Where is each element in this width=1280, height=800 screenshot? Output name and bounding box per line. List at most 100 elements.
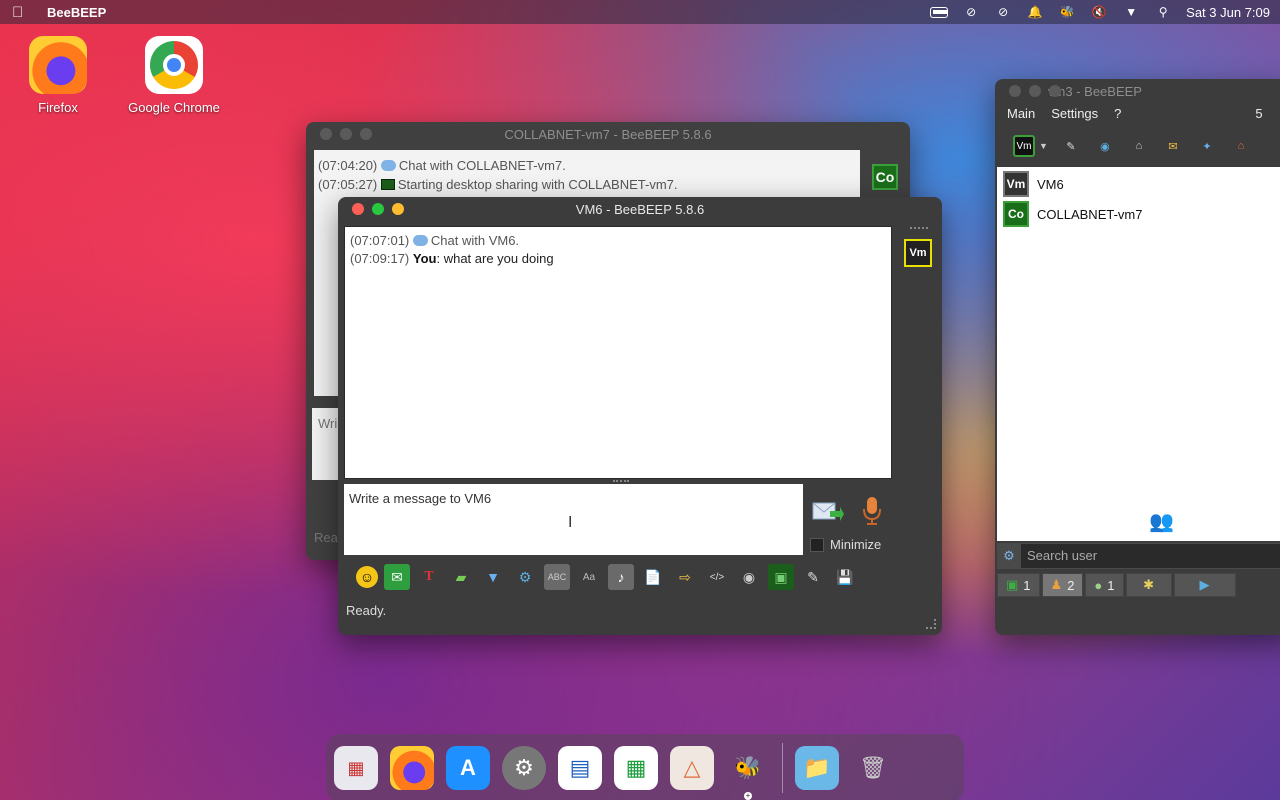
share-desktop-icon[interactable]: ▣ <box>768 564 794 590</box>
profile-icon[interactable]: Vm <box>1013 135 1035 157</box>
message-text: : what are you doing <box>436 251 554 266</box>
gear-icon[interactable]: ⚙ <box>997 548 1021 564</box>
search-input[interactable]: Search user <box>1021 544 1280 568</box>
battery-icon[interactable] <box>930 5 949 19</box>
close-button[interactable] <box>320 128 332 140</box>
text-cursor-icon: I <box>568 514 573 531</box>
app-store-icon[interactable]: A <box>446 746 490 790</box>
zoom-button[interactable] <box>372 203 384 215</box>
people-icon: 👥 <box>1149 511 1174 533</box>
minimize-checkbox[interactable]: Minimize <box>810 537 881 552</box>
chrome-icon <box>145 36 203 94</box>
menu-bar: Main Settings ? 5 <box>1007 106 1263 121</box>
minimize-button[interactable] <box>392 203 404 215</box>
mail-icon[interactable]: ✉ <box>384 564 410 590</box>
satellite-icon[interactable]: ✦ <box>1196 135 1218 157</box>
bee-icon[interactable]: 🐝 <box>1058 5 1076 19</box>
voice-message-button[interactable] <box>860 495 884 527</box>
edit-profile-icon[interactable]: ✎ <box>1060 135 1082 157</box>
user-list-item[interactable]: Co COLLABNET-vm7 <box>997 199 1280 229</box>
minimize-button[interactable] <box>340 128 352 140</box>
vm6-chat-window[interactable]: VM6 - BeeBEEP 5.8.6 (07:07:01) Chat with… <box>338 197 942 635</box>
checkbox-box[interactable] <box>810 537 824 552</box>
home-icon[interactable]: ⌂ <box>1230 135 1252 157</box>
tab-groups[interactable]: ♟ 2 <box>1041 573 1084 597</box>
group-icon: ✱ <box>1143 577 1154 592</box>
save-chat-icon[interactable]: 💾 <box>832 564 858 590</box>
message-text: Chat with VM6. <box>430 233 520 248</box>
spreadsheet-icon[interactable]: ▦ <box>614 746 658 790</box>
send-file-icon[interactable]: 📄 <box>640 564 666 590</box>
resize-handle[interactable] <box>926 619 936 629</box>
title-bar[interactable]: VM6 - BeeBEEP 5.8.6 <box>338 197 942 221</box>
desktop-icon-firefox[interactable]: Firefox <box>8 36 108 115</box>
filter-icon[interactable]: ▼ <box>480 564 506 590</box>
tab-shares[interactable]: ▶ <box>1173 573 1236 597</box>
tab-chats[interactable]: ● 1 <box>1085 573 1124 597</box>
desktop-icon-chrome[interactable]: Google Chrome <box>124 36 224 115</box>
minimize-button[interactable] <box>1029 85 1041 97</box>
notification-bell-icon[interactable]: 🔔 <box>1026 5 1044 19</box>
edit-note-icon[interactable]: ✎ <box>800 564 826 590</box>
screenshot-icon[interactable]: ◉ <box>736 564 762 590</box>
folder-send-icon[interactable]: ⇨ <box>672 564 698 590</box>
network-off-icon[interactable]: ⊘ <box>962 5 980 19</box>
music-note-icon[interactable]: ♪ <box>608 564 634 590</box>
menu-main[interactable]: Main <box>1007 106 1035 121</box>
message-time: (07:09:17) <box>350 251 410 266</box>
audio-muted-icon[interactable]: ⊘ <box>994 5 1012 19</box>
code-icon[interactable]: </> <box>704 564 730 590</box>
user-avatar[interactable]: Vm <box>904 239 932 267</box>
title-bar[interactable]: COLLABNET-vm7 - BeeBEEP 5.8.6 <box>306 122 910 146</box>
user-list: Vm VM6 Co COLLABNET-vm7 👥 <box>997 167 1280 541</box>
panel-grip[interactable] <box>910 227 928 231</box>
tab-network[interactable]: ✱ <box>1125 573 1172 597</box>
draw-icon[interactable]: △ <box>670 746 714 790</box>
active-app-name[interactable]: BeeBEEP <box>47 5 106 20</box>
broadcast-icon[interactable]: ◉ <box>1094 135 1116 157</box>
chevron-down-icon[interactable]: ▼ <box>1039 141 1048 151</box>
font-icon[interactable]: T <box>416 564 442 590</box>
menu-help[interactable]: ? <box>1114 106 1121 121</box>
search-icon[interactable]: ⚲ <box>1154 5 1172 19</box>
chevron-down-icon[interactable]: ▼ <box>1122 5 1140 19</box>
color-icon[interactable]: ▰ <box>448 564 474 590</box>
volume-muted-icon[interactable]: 🔇 <box>1090 5 1108 19</box>
zoom-button[interactable] <box>1049 85 1061 97</box>
spellcheck-icon[interactable]: ABC <box>544 564 570 590</box>
chat-log[interactable]: (07:07:01) Chat with VM6. (07:09:17) You… <box>344 226 892 479</box>
envelope-edit-icon[interactable]: ✉ <box>1162 135 1184 157</box>
menubar-clock[interactable]: Sat 3 Jun 7:09 <box>1186 5 1270 20</box>
firefox-icon[interactable] <box>390 746 434 790</box>
message-input[interactable]: Write a message to VM6 I <box>344 484 803 555</box>
house-icon[interactable]: ⌂ <box>1128 135 1150 157</box>
send-button[interactable] <box>812 499 844 525</box>
user-avatar[interactable]: Co <box>872 164 898 190</box>
tab-users[interactable]: ▣ 1 <box>997 573 1040 597</box>
system-settings-icon[interactable]: ⚙ <box>502 746 546 790</box>
user-list-item[interactable]: Vm VM6 <box>997 169 1280 199</box>
settings-gear-icon[interactable]: ⚙ <box>512 564 538 590</box>
vm3-main-window[interactable]: vm3 - BeeBEEP Main Settings ? 5 Vm ▼ ✎ ◉… <box>995 79 1280 635</box>
chat-message: (07:04:20) Chat with COLLABNET-vm7. <box>318 156 856 175</box>
text-format-icon[interactable]: Aa <box>576 564 602 590</box>
clipped-text: 5 <box>1255 106 1263 121</box>
text-editor-icon[interactable]: ▤ <box>558 746 602 790</box>
zoom-button[interactable] <box>360 128 372 140</box>
tab-bar: ▣ 1 ♟ 2 ● 1 ✱ ▶ <box>997 573 1236 597</box>
apple-icon[interactable]:  <box>12 4 32 21</box>
close-button[interactable] <box>1009 85 1021 97</box>
splitter-handle[interactable] <box>613 480 629 483</box>
trash-icon[interactable]: 🗑 <box>851 746 895 790</box>
send-envelope-icon <box>812 502 844 521</box>
close-button[interactable] <box>352 203 364 215</box>
menu-settings[interactable]: Settings <box>1051 106 1098 121</box>
tab-count: 2 <box>1067 577 1075 593</box>
emoticon-icon[interactable]: ☺ <box>356 566 378 588</box>
title-bar[interactable]: vm3 - BeeBEEP <box>995 79 1280 103</box>
downloads-folder-icon[interactable]: 📁 <box>795 746 839 790</box>
beebeep-bee-icon[interactable]: 🐝 + <box>726 746 770 800</box>
running-indicator-icon: + <box>744 791 752 800</box>
desktop-icon-label: Google Chrome <box>128 100 220 115</box>
launchpad-icon[interactable]: ▦ <box>334 746 378 790</box>
